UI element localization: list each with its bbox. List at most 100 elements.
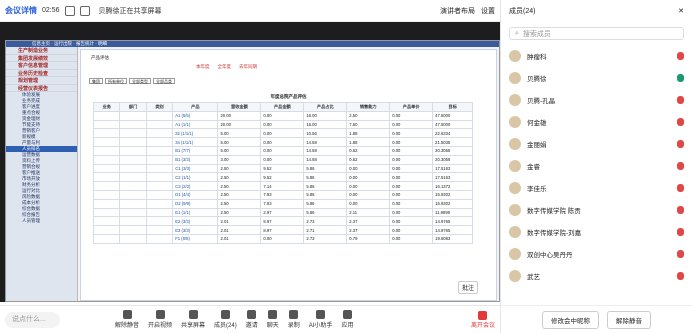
table-cell: 0.00 bbox=[389, 172, 434, 183]
toolbar-button[interactable]: 聊天 bbox=[267, 310, 279, 329]
table-cell[interactable]: D2 (9/9) bbox=[172, 198, 219, 209]
nav-item[interactable]: 客户信息管理 bbox=[6, 62, 77, 70]
table-cell: 7.14 bbox=[260, 181, 305, 191]
table-cell: 20.3058 bbox=[432, 154, 473, 165]
toolbar-button[interactable]: 成员(24) bbox=[214, 310, 237, 329]
table-cell: 10.56 bbox=[303, 128, 348, 139]
table-cell[interactable]: A1 (5/5) bbox=[172, 110, 219, 121]
member-name: 双创中心吴丹丹 bbox=[527, 252, 573, 259]
radio-full-year[interactable]: 全年度 bbox=[218, 64, 232, 70]
avatar bbox=[509, 204, 521, 216]
member-name: 金睿 bbox=[527, 164, 540, 171]
chat-quick-input[interactable]: 说点什么... bbox=[5, 311, 60, 328]
nav-subitem[interactable]: 人员管理 bbox=[6, 218, 77, 224]
leave-meeting-button[interactable]: 离开会议 bbox=[471, 310, 495, 329]
table-cell: 7.93 bbox=[260, 189, 305, 200]
nav-item[interactable]: 经营仪表报告 bbox=[6, 85, 77, 92]
table-cell[interactable]: C1 (3/3) bbox=[172, 163, 219, 174]
table-cell: 2.01 bbox=[217, 216, 262, 227]
table-cell bbox=[92, 128, 121, 139]
toolbar-button[interactable]: 录制 bbox=[288, 310, 300, 329]
member-item[interactable]: 数字传媒学院 陈贡 bbox=[501, 199, 692, 221]
info-icon[interactable] bbox=[79, 5, 90, 16]
table-cell: 2.01 bbox=[217, 225, 262, 235]
filter-group[interactable]: 集团 bbox=[89, 78, 103, 84]
member-item[interactable]: 肿瘤科 bbox=[501, 45, 692, 67]
toolbar-button[interactable]: 应用 bbox=[341, 310, 353, 329]
table-cell[interactable]: B1 (3/3) bbox=[172, 154, 219, 165]
member-search-input[interactable]: ⌕ 搜索成员 bbox=[509, 27, 684, 40]
table-cell[interactable]: F1 (8/8) bbox=[172, 233, 219, 244]
nav-item[interactable]: 生产制造业务 bbox=[6, 47, 77, 55]
table-cell[interactable]: C2 (1/1) bbox=[172, 172, 219, 183]
table-cell[interactable]: C3 (2/2) bbox=[172, 181, 219, 191]
toolbar-button[interactable]: 开启视频 bbox=[148, 310, 172, 329]
member-item[interactable]: 金睿 bbox=[501, 155, 692, 177]
period-radios[interactable]: 本年度 全年度 去年同期 bbox=[196, 64, 257, 70]
filter-bar[interactable]: 集团 所有单位 全部类型 全部品类 bbox=[89, 78, 175, 84]
table-row: C3 (2/2) 2.50 7.14 5.86 0.00 0.00 16.1372 bbox=[92, 181, 473, 191]
member-item[interactable]: 武艺 bbox=[501, 265, 692, 287]
nav-item[interactable]: 集团发展绩效 bbox=[6, 55, 77, 62]
rename-button[interactable]: 修改会中昵称 bbox=[542, 310, 599, 329]
table-cell[interactable]: 32 (1/1/1) bbox=[172, 128, 219, 139]
table-cell[interactable]: A1 (1/1) bbox=[172, 119, 219, 130]
member-name: 贝腾徐 bbox=[527, 76, 547, 83]
table-header: 业务 bbox=[92, 102, 121, 112]
settings-button[interactable]: 设置 bbox=[481, 6, 495, 16]
nav-item[interactable]: 业务历史检查 bbox=[6, 70, 77, 77]
table-cell bbox=[145, 137, 174, 147]
toolbar-button[interactable]: 解除静音 bbox=[115, 310, 139, 329]
mic-muted-icon bbox=[677, 162, 684, 170]
app-tabs[interactable]: 信息主页 · 运行出院 · 报告统计 · 明细 bbox=[6, 41, 499, 47]
toolbar-button[interactable]: 共享屏幕 bbox=[181, 310, 205, 329]
table-cell[interactable]: E3 (3/3) bbox=[172, 225, 219, 235]
table-cell[interactable]: E2 (3/3) bbox=[172, 216, 219, 227]
member-item[interactable]: 双创中心吴丹丹 bbox=[501, 243, 692, 265]
table-cell[interactable]: D1 (4/4) bbox=[172, 189, 219, 200]
meeting-info-label[interactable]: 会议详情 bbox=[5, 5, 37, 16]
table-cell bbox=[92, 145, 121, 156]
table-cell: 21.5038 bbox=[432, 137, 473, 147]
table-cell bbox=[145, 225, 174, 235]
annotation-button[interactable]: 批注 bbox=[457, 281, 478, 294]
radio-last-year[interactable]: 去年同期 bbox=[239, 64, 257, 70]
table-cell: 5.86 bbox=[303, 181, 348, 191]
table-cell: 22.6334 bbox=[432, 128, 473, 139]
table-cell[interactable]: 34 (1/1/1) bbox=[172, 137, 219, 147]
table-cell bbox=[119, 181, 147, 191]
toolbar-button[interactable]: AI小助手 bbox=[309, 310, 332, 329]
nav-item[interactable]: 规划管理 bbox=[6, 77, 77, 85]
mic-muted-icon bbox=[677, 52, 684, 60]
table-row: B1 (3/3) 3.00 0.00 14.68 0.62 0.00 20.3058 bbox=[92, 154, 473, 165]
table-cell[interactable]: B1 (7/7) bbox=[172, 145, 219, 156]
member-item[interactable]: 数字传媒学院-刘嘉 bbox=[501, 221, 692, 243]
member-item[interactable]: 金丽娟 bbox=[501, 133, 692, 155]
speaker-layout-button[interactable]: 演讲者布局 bbox=[440, 6, 475, 16]
filter-category[interactable]: 全部品类 bbox=[153, 78, 175, 84]
member-item[interactable]: 贝腾-孔晶 bbox=[501, 89, 692, 111]
toolbar-button[interactable]: 邀请 bbox=[246, 310, 258, 329]
table-cell: 14.68 bbox=[303, 137, 348, 147]
table-row: E1 (1/1) 2.50 2.97 5.86 2.11 0.00 11.9899 bbox=[92, 207, 473, 218]
member-item[interactable]: 贝腾徐 bbox=[501, 67, 692, 89]
toolbar-label: 共享屏幕 bbox=[181, 323, 206, 329]
member-item[interactable]: 李佳乐 bbox=[501, 177, 692, 199]
unmute-all-button[interactable]: 解除静音 bbox=[607, 310, 651, 329]
table-cell bbox=[145, 198, 174, 209]
mic-muted-icon bbox=[677, 272, 684, 280]
table-cell: 2.50 bbox=[217, 172, 262, 183]
table-cell[interactable]: E1 (1/1) bbox=[172, 207, 219, 218]
close-icon[interactable]: ✕ bbox=[678, 7, 684, 15]
filter-unit[interactable]: 所有单位 bbox=[105, 78, 127, 84]
table-row: A1 (5/5) 20.00 0.00 16.00 2.50 0.00 47.5000 bbox=[92, 110, 473, 121]
toolbar-label: 开启视频 bbox=[148, 323, 173, 329]
toolbar-label: 解除静音 bbox=[115, 323, 140, 329]
table-cell: 0.00 bbox=[389, 110, 434, 121]
table-cell: 8.97 bbox=[260, 216, 305, 227]
radio-year[interactable]: 本年度 bbox=[196, 64, 210, 70]
member-item[interactable]: 何金雄 bbox=[501, 111, 692, 133]
table-cell: 16.00 bbox=[303, 119, 348, 130]
share-link-icon[interactable] bbox=[64, 5, 75, 16]
filter-type[interactable]: 全部类型 bbox=[129, 78, 151, 84]
